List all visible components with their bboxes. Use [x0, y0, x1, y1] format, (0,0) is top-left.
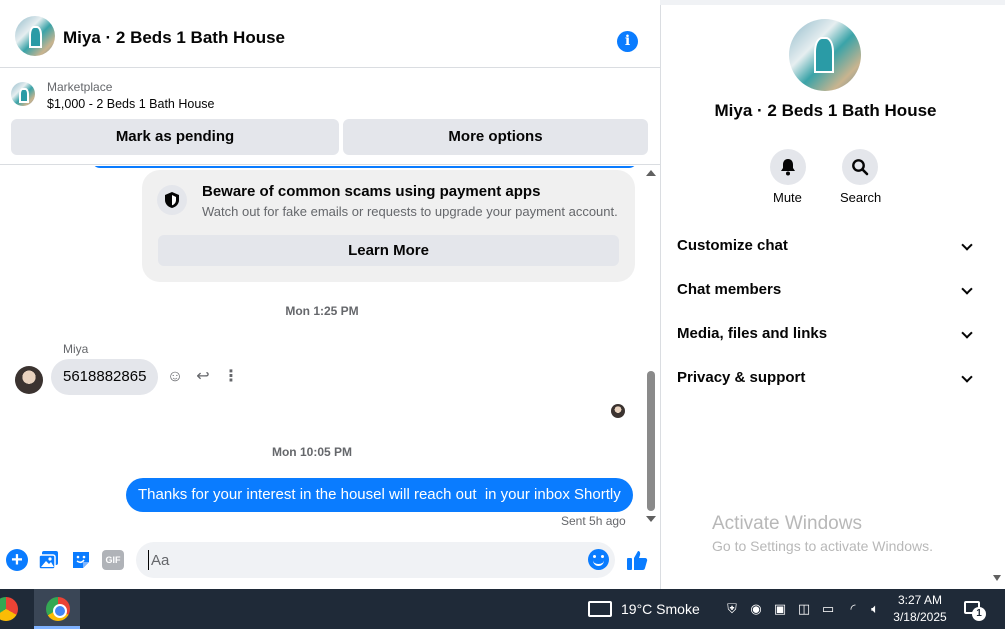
search-button[interactable]: [842, 149, 878, 185]
previous-message-edge: [92, 166, 637, 168]
sender-avatar[interactable]: [15, 366, 43, 394]
chrome-icon: [46, 597, 70, 621]
chat-header: Miya · 2 Beds 1 Bath House i: [0, 5, 660, 68]
search-label: Search: [840, 190, 882, 205]
marketplace-banner: Marketplace $1,000 - 2 Beds 1 Bath House…: [0, 69, 660, 165]
photo-icon[interactable]: [38, 549, 60, 571]
privacy-support-section[interactable]: Privacy & support: [677, 363, 977, 393]
message-input-wrapper: [136, 542, 615, 578]
listing-avatar[interactable]: [15, 16, 55, 56]
sender-name: Miya: [63, 342, 89, 356]
system-clock[interactable]: 3:27 AM 3/18/2025: [890, 592, 950, 626]
like-icon[interactable]: [626, 549, 648, 571]
outgoing-message[interactable]: Thanks for your interest in the housel w…: [126, 478, 633, 512]
incoming-message[interactable]: 5618882865: [51, 359, 159, 395]
chat-title[interactable]: Miya · 2 Beds 1 Bath House: [63, 28, 285, 48]
reply-icon[interactable]: ↩: [193, 367, 213, 387]
activate-windows-hint: Go to Settings to activate Windows.: [712, 538, 933, 554]
more-options-button[interactable]: More options: [343, 119, 648, 155]
scroll-down-arrow-icon[interactable]: [993, 575, 1001, 581]
section-label: Media, files and links: [677, 325, 828, 342]
marketplace-label: Marketplace: [47, 80, 113, 94]
customize-chat-section[interactable]: Customize chat: [677, 231, 977, 261]
chevron-down-icon: [961, 239, 973, 251]
chevron-down-icon: [961, 327, 973, 339]
message-input[interactable]: [148, 550, 578, 570]
timestamp: Mon 1:25 PM: [285, 304, 359, 318]
mute-button[interactable]: [770, 149, 806, 185]
scam-warning-title: Beware of common scams using payment app…: [202, 183, 541, 200]
thread-scrollbar[interactable]: [644, 166, 658, 526]
wifi-icon[interactable]: ◜: [845, 601, 861, 617]
security-icon[interactable]: ⛨: [724, 601, 740, 617]
scroll-up-arrow-icon[interactable]: [646, 170, 656, 176]
composer: + GIF: [0, 536, 660, 589]
emoji-icon[interactable]: [588, 549, 609, 570]
app-tray-icon[interactable]: ▣: [772, 601, 788, 617]
react-icon[interactable]: ☺: [165, 367, 185, 387]
gif-icon[interactable]: GIF: [102, 550, 124, 570]
battery-icon[interactable]: ▭: [820, 601, 836, 617]
mark-as-pending-button[interactable]: Mark as pending: [11, 119, 339, 155]
scam-warning-card: Beware of common scams using payment app…: [142, 170, 635, 282]
weather-text[interactable]: 19°C Smoke: [621, 601, 700, 617]
notification-badge: 1: [972, 607, 986, 621]
bell-icon: [781, 159, 795, 176]
pinned-app-icon[interactable]: [0, 597, 18, 621]
page-scrollbar[interactable]: [990, 5, 1005, 589]
section-label: Privacy & support: [677, 369, 806, 386]
sent-status: Sent 5h ago: [561, 514, 626, 528]
chat-pane: Miya · 2 Beds 1 Bath House i Marketplace…: [0, 0, 660, 589]
edge-icon[interactable]: ◉: [748, 601, 764, 617]
learn-more-button[interactable]: Learn More: [158, 235, 619, 266]
conversation-info-panel: Miya · 2 Beds 1 Bath House Mute Search C…: [661, 5, 990, 589]
search-icon: [852, 159, 869, 176]
timestamp: Mon 10:05 PM: [271, 445, 352, 459]
weather-icon[interactable]: [588, 601, 612, 617]
scroll-down-arrow-icon[interactable]: [646, 516, 656, 522]
screen: Miya · 2 Beds 1 Bath House i Marketplace…: [0, 0, 1005, 629]
activate-windows-watermark: Activate Windows: [712, 513, 862, 534]
section-label: Customize chat: [677, 237, 788, 254]
plus-icon[interactable]: +: [6, 549, 28, 571]
mute-label: Mute: [773, 190, 802, 205]
shield-icon: [157, 185, 187, 215]
info-title: Miya · 2 Beds 1 Bath House: [714, 101, 937, 120]
clock-date: 3/18/2025: [893, 610, 947, 624]
section-label: Chat members: [677, 281, 782, 298]
info-icon[interactable]: i: [617, 31, 638, 52]
sticker-icon[interactable]: [70, 549, 92, 571]
chevron-down-icon: [961, 371, 973, 383]
seen-indicator-avatar: [611, 404, 625, 418]
chevron-down-icon: [961, 283, 973, 295]
message-thread: Beware of common scams using payment app…: [0, 166, 660, 536]
scrollbar-thumb[interactable]: [647, 371, 655, 511]
scam-warning-text: Watch out for fake emails or requests to…: [202, 204, 618, 219]
chat-members-section[interactable]: Chat members: [677, 275, 977, 305]
meet-icon[interactable]: ◫: [796, 601, 812, 617]
chrome-taskbar-button[interactable]: [34, 589, 80, 629]
info-avatar[interactable]: [789, 19, 861, 91]
volume-icon[interactable]: 🔈︎: [867, 601, 883, 617]
taskbar: 19°C Smoke ⛨ ◉ ▣ ◫ ▭ ◜ 🔈︎ 3:27 AM 3/18/2…: [0, 589, 1005, 629]
more-actions-icon[interactable]: ⋮: [221, 367, 241, 387]
clock-time: 3:27 AM: [897, 593, 943, 607]
listing-price-title[interactable]: $1,000 - 2 Beds 1 Bath House: [47, 97, 214, 111]
media-files-links-section[interactable]: Media, files and links: [677, 319, 977, 349]
notification-center-icon[interactable]: 1: [962, 599, 986, 621]
listing-thumbnail[interactable]: [11, 82, 35, 106]
